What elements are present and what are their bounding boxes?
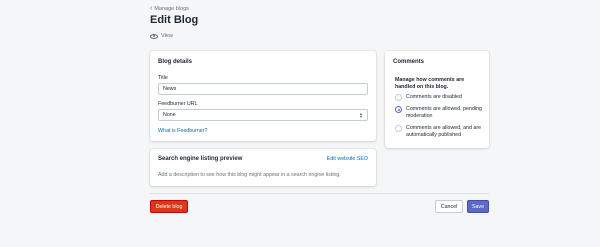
comment-option-moderated[interactable]: Comments are allowed, pending moderation bbox=[395, 106, 486, 120]
feedburner-select[interactable]: None ▲ ▼ bbox=[158, 109, 368, 121]
delete-blog-button[interactable]: Delete blog bbox=[150, 200, 188, 213]
comments-subheading: Manage how comments are handled on this … bbox=[395, 77, 465, 90]
seo-description: Add a description to see how this blog m… bbox=[158, 172, 341, 178]
breadcrumb-label: Manage blogs bbox=[154, 5, 189, 12]
view-label: View bbox=[161, 33, 173, 39]
radio-button[interactable] bbox=[395, 106, 402, 113]
edit-seo-link[interactable]: Edit website SEO bbox=[327, 156, 368, 162]
comment-option-label: Comments are disabled bbox=[406, 94, 462, 100]
comment-option-label: Comments are allowed, pending moderation bbox=[406, 106, 482, 119]
radio-button[interactable] bbox=[395, 125, 402, 132]
feedburner-label: Feedburner URL bbox=[158, 101, 198, 107]
page-title: Edit Blog bbox=[150, 14, 199, 26]
seo-heading: Search engine listing preview bbox=[158, 156, 243, 162]
chevron-left-icon: ‹ bbox=[150, 5, 153, 12]
radio-button[interactable] bbox=[395, 94, 402, 101]
feedburner-select-value: None bbox=[163, 112, 176, 118]
view-link[interactable]: View bbox=[150, 33, 173, 39]
save-button[interactable]: Save bbox=[467, 200, 489, 213]
seo-card: Search engine listing preview Edit websi… bbox=[150, 149, 376, 186]
comments-heading: Comments bbox=[393, 59, 425, 65]
eye-icon bbox=[150, 33, 158, 39]
title-input[interactable]: News bbox=[158, 83, 368, 95]
select-arrows-icon: ▲ ▼ bbox=[359, 111, 363, 119]
comments-card: Comments Manage how comments are handled… bbox=[385, 51, 489, 148]
title-input-value: News bbox=[163, 86, 177, 92]
comment-option-published[interactable]: Comments are allowed, and are automatica… bbox=[395, 125, 486, 139]
feedburner-help-link[interactable]: What is Feedburner? bbox=[158, 128, 207, 134]
breadcrumb[interactable]: ‹ Manage blogs bbox=[150, 5, 189, 12]
comment-option-label: Comments are allowed, and are automatica… bbox=[406, 125, 482, 138]
title-label: Title bbox=[158, 75, 168, 81]
cancel-button[interactable]: Cancel bbox=[435, 200, 463, 213]
comment-option-disabled[interactable]: Comments are disabled bbox=[395, 94, 484, 101]
blog-details-heading: Blog details bbox=[158, 59, 193, 65]
blog-details-card: Blog details Title News Feedburner URL N… bbox=[150, 51, 376, 141]
divider bbox=[150, 193, 489, 194]
